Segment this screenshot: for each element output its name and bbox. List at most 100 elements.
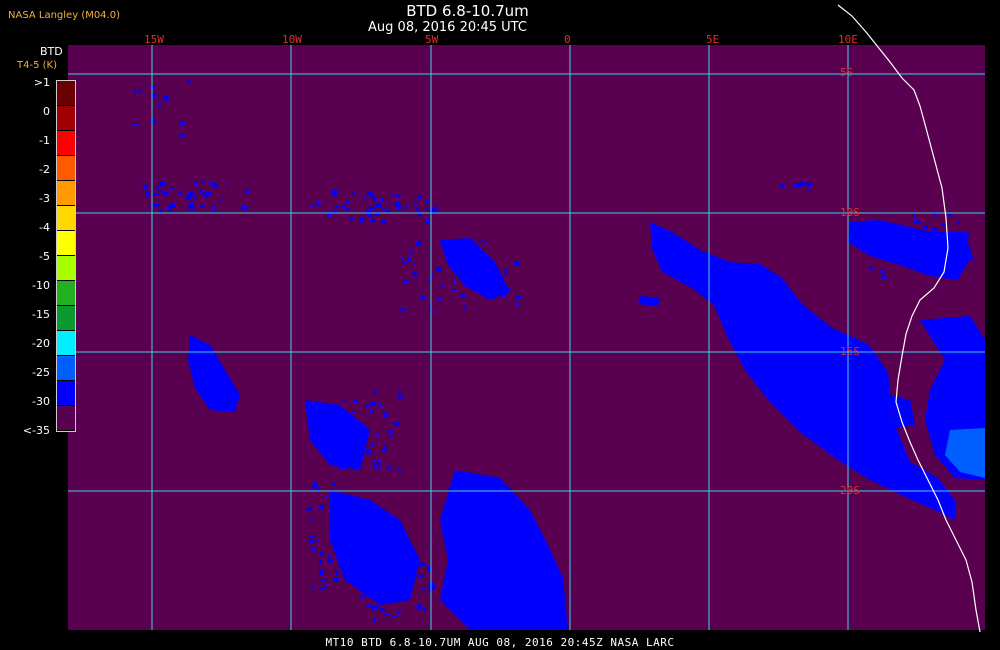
product-title: BTD 6.8-10.7um [406, 2, 529, 20]
cloud-speck [333, 546, 336, 550]
cloud-speck [365, 573, 368, 577]
cloud-speck [425, 218, 429, 224]
cloud-speck [359, 422, 363, 428]
cloud-speck [369, 219, 376, 223]
cloud-speck [372, 606, 377, 611]
cloud-speck [947, 213, 953, 217]
legend-swatch [57, 356, 75, 381]
legend-tick-label: -3 [39, 192, 50, 205]
cloud-speck [436, 267, 442, 272]
cloud-speck [310, 585, 315, 589]
cloud-speck [334, 570, 339, 575]
cloud-speck [480, 260, 487, 264]
cloud-speck [441, 284, 444, 288]
cloud-speck [351, 459, 357, 464]
cloud-speck [413, 263, 416, 267]
cloud-speck [398, 390, 401, 395]
legend-tick-label: -2 [39, 163, 50, 176]
cloud-speck [354, 463, 358, 467]
legend-tick-label: -20 [32, 337, 50, 350]
cloud-speck [397, 610, 401, 615]
cloud-speck [904, 248, 908, 254]
cloud-speck [366, 450, 372, 455]
cloud-speck [487, 262, 490, 266]
cloud-speck [318, 505, 322, 509]
cloud-speck [400, 308, 405, 312]
cloud-speck [779, 184, 785, 188]
cloud-speck [362, 196, 367, 199]
cloud-speck [327, 559, 333, 563]
cloud-speck [460, 293, 465, 298]
lat-label-15s: 15S [840, 345, 860, 358]
cloud-speck [328, 554, 331, 559]
cloud-speck [204, 193, 207, 199]
cloud-speck [353, 399, 358, 404]
cloud-speck [478, 240, 481, 243]
cloud-speck [180, 121, 185, 125]
legend-swatch [57, 181, 75, 206]
cloud-speck [882, 275, 887, 280]
cloud-speck [311, 548, 316, 552]
cloud-speck [360, 580, 366, 583]
cloud-speck [343, 399, 346, 403]
cloud-speck [134, 88, 137, 93]
footer-caption: MT10 BTD 6.8-10.7UM AUG 08, 2016 20:45Z … [325, 636, 675, 649]
cloud-speck [389, 201, 392, 204]
cloud-speck [179, 134, 185, 137]
cloud-speck [414, 202, 417, 205]
cloud-speck [227, 184, 230, 187]
cloud-speck [319, 552, 324, 555]
cloud-speck [516, 302, 520, 305]
cloud-speck [158, 181, 161, 184]
cloud-speck [386, 209, 391, 213]
cloud-speck [132, 123, 139, 126]
cloud-speck [387, 466, 391, 470]
cloud-speck [377, 459, 381, 464]
cloud-speck [341, 205, 346, 209]
cloud-speck [389, 560, 394, 566]
cloud-speck [369, 206, 375, 209]
cloud-speck [380, 219, 386, 225]
legend-swatch [57, 381, 75, 406]
cloud-speck [937, 264, 941, 268]
cloud-speck [417, 574, 424, 578]
cloud-speck [455, 257, 461, 261]
cloud-speck [331, 482, 336, 486]
cloud-speck [148, 206, 151, 209]
cloud-speck [925, 260, 930, 263]
cloud-speck [163, 191, 169, 196]
cloud-speck [351, 411, 357, 414]
cloud-speck [338, 563, 341, 567]
cloud-speck [319, 559, 323, 565]
cloud-speck [142, 184, 148, 189]
legend-tick-label: -15 [32, 308, 50, 321]
legend-swatch [57, 306, 75, 331]
cloud-speck [325, 583, 329, 588]
cloud-speck [967, 231, 970, 234]
cloud-speck [316, 200, 320, 206]
legend-tick-label: -4 [39, 221, 50, 234]
legend-swatch [57, 406, 75, 431]
cloud-speck [868, 219, 872, 222]
legend-tick-label: 0 [43, 105, 50, 118]
cloud-speck [506, 287, 511, 292]
cloud-speck [412, 271, 418, 274]
cloud-speck [862, 235, 865, 239]
cloud-speck [199, 204, 205, 208]
legend-tick-label: >1 [33, 76, 50, 89]
legend-swatch [57, 256, 75, 281]
cloud-speck [158, 104, 162, 107]
cloud-speck [406, 258, 411, 262]
cloud-speck [380, 572, 383, 577]
cloud-speck [242, 205, 247, 210]
legend-tick-label: -5 [39, 250, 50, 263]
cloud-speck [309, 539, 315, 544]
cloud-speck [187, 80, 191, 83]
cloud-speck [155, 186, 159, 189]
cloud-speck [319, 587, 325, 591]
cloud-speck [158, 209, 163, 213]
cloud-speck [188, 191, 193, 196]
cloud-speck [206, 192, 212, 197]
cloud-speck [874, 224, 880, 230]
cloud-speck [335, 546, 338, 552]
